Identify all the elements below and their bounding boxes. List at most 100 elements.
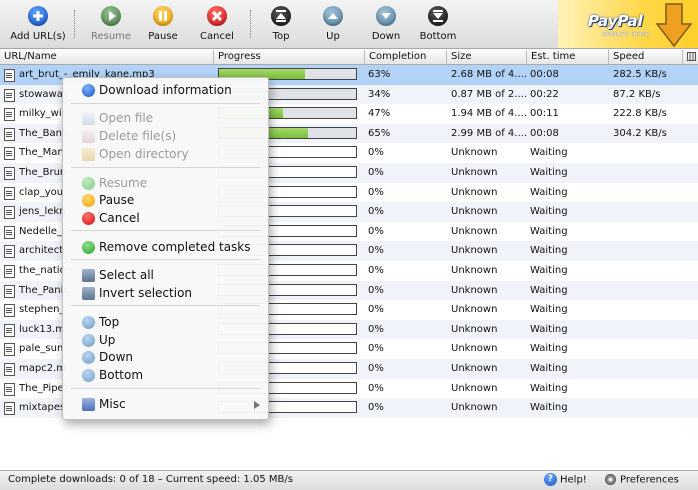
- column-header-name[interactable]: URL/Name: [0, 50, 214, 64]
- move-down-icon: [376, 6, 396, 26]
- size-value: Unknown: [451, 245, 498, 257]
- est-time-value: Waiting: [530, 304, 568, 316]
- column-header-completion[interactable]: Completion: [365, 50, 447, 64]
- file-icon: [4, 167, 15, 180]
- column-header-est-time[interactable]: Est. time: [527, 50, 609, 64]
- speed-value: [613, 281, 683, 301]
- pause-button[interactable]: Pause: [135, 6, 191, 46]
- speed-value: [613, 359, 683, 379]
- menu-item-open-directory[interactable]: Open directory: [63, 146, 268, 163]
- menu-item-download-information[interactable]: Download information: [63, 82, 268, 99]
- progress-remaining: [283, 108, 356, 119]
- est-time-value: Waiting: [530, 363, 568, 374]
- delete-file-icon: [82, 130, 95, 143]
- paypal-donate-banner[interactable]: PayPal DONATE HERE!: [558, 0, 698, 48]
- est-time-value: Waiting: [530, 402, 568, 414]
- resume-button[interactable]: Resume: [83, 6, 139, 46]
- menu-item-remove-completed-tasks[interactable]: Remove completed tasks: [63, 239, 268, 256]
- speed-value: [613, 379, 683, 399]
- file-icon: [4, 402, 15, 416]
- file-icon: [4, 186, 15, 200]
- bottom-label: Bottom: [419, 31, 457, 42]
- bottom-button[interactable]: Bottom: [410, 6, 466, 46]
- table-header: URL/Name Progress Completion Size Est. t…: [0, 49, 698, 65]
- est-time-value: Waiting: [530, 284, 568, 296]
- completion-value: 47%: [368, 108, 391, 120]
- menu-separator: [71, 305, 260, 306]
- est-time-value: 00:22: [530, 88, 559, 100]
- status-bar: Complete downloads: 0 of 18 – Current sp…: [0, 470, 698, 490]
- menu-item-up[interactable]: Up: [63, 332, 268, 349]
- completion-value: 0%: [368, 265, 384, 276]
- size-value: 1.94 MB of 4....: [451, 108, 527, 120]
- toolbar: Add URL(s) Resume Pause Cancel Top Up Do…: [0, 0, 698, 49]
- completion-value: 0%: [368, 167, 384, 178]
- column-header-speed[interactable]: Speed: [609, 50, 683, 64]
- speed-value: 222.8 KB/s: [613, 108, 667, 120]
- info-icon: [82, 84, 95, 97]
- cancel-button[interactable]: Cancel: [189, 6, 245, 46]
- file-icon: [4, 382, 15, 396]
- menu-item-select-all[interactable]: Select all: [63, 267, 268, 284]
- menu-item-delete-file-s[interactable]: Delete file(s): [63, 128, 268, 145]
- cancel-label: Cancel: [200, 31, 234, 42]
- cancel-x-icon: [82, 212, 95, 225]
- menu-item-down[interactable]: Down: [63, 349, 268, 366]
- play-icon: [82, 177, 95, 190]
- menu-item-invert-selection[interactable]: Invert selection: [63, 285, 268, 302]
- top-button[interactable]: Top: [253, 6, 309, 46]
- folder-icon: [82, 148, 95, 161]
- size-value: Unknown: [451, 225, 498, 237]
- completion-value: 0%: [368, 363, 384, 374]
- file-icon: [4, 304, 15, 318]
- menu-item-label: Top: [99, 315, 120, 329]
- completion-value: 65%: [368, 127, 391, 139]
- add-urls-label: Add URL(s): [10, 31, 66, 42]
- file-icon: [4, 363, 15, 376]
- menu-separator: [71, 103, 260, 104]
- progress-remaining: [265, 88, 356, 99]
- menu-item-top[interactable]: Top: [63, 314, 268, 331]
- menu-item-open-file[interactable]: Open file: [63, 110, 268, 127]
- down-button[interactable]: Down: [358, 6, 414, 46]
- menu-item-cancel[interactable]: Cancel: [63, 210, 268, 227]
- est-time-value: Waiting: [530, 167, 568, 178]
- completion-value: 0%: [368, 284, 384, 296]
- resume-label: Resume: [90, 31, 132, 42]
- completion-value: 63%: [368, 69, 391, 80]
- size-value: Unknown: [451, 206, 498, 218]
- menu-item-bottom[interactable]: Bottom: [63, 367, 268, 384]
- toolbar-separator: [250, 10, 251, 38]
- plus-icon: [28, 6, 48, 26]
- move-top-icon: [271, 6, 291, 26]
- size-value: 0.87 MB of 2....: [451, 88, 527, 100]
- menu-item-resume[interactable]: Resume: [63, 175, 268, 192]
- est-time-value: 00:08: [530, 69, 559, 80]
- menu-item-label: Down: [99, 350, 134, 364]
- up-button[interactable]: Up: [305, 6, 361, 46]
- menu-item-misc[interactable]: Misc: [63, 396, 268, 413]
- add-urls-button[interactable]: Add URL(s): [10, 6, 66, 46]
- size-value: Unknown: [451, 284, 498, 296]
- menu-item-label: Delete file(s): [99, 129, 177, 143]
- completion-value: 0%: [368, 382, 384, 394]
- file-icon: [4, 206, 15, 220]
- column-header-progress[interactable]: Progress: [214, 50, 365, 64]
- column-header-size[interactable]: Size: [447, 50, 527, 64]
- size-value: Unknown: [451, 265, 498, 276]
- menu-item-pause[interactable]: Pause: [63, 192, 268, 209]
- column-chooser-icon[interactable]: [683, 50, 698, 64]
- progress-remaining: [308, 127, 356, 138]
- size-value: Unknown: [451, 323, 498, 335]
- est-time-value: Waiting: [530, 225, 568, 237]
- preferences-button[interactable]: Preferences: [604, 473, 679, 486]
- preferences-label: Preferences: [620, 474, 679, 486]
- select-all-icon: [82, 269, 95, 282]
- menu-item-label: Bottom: [99, 368, 144, 382]
- invert-selection-icon: [82, 287, 95, 300]
- help-button[interactable]: ? Help!: [544, 473, 587, 486]
- completion-value: 34%: [368, 88, 391, 100]
- speed-value: [613, 300, 683, 320]
- speed-value: [613, 241, 683, 261]
- size-value: Unknown: [451, 402, 498, 414]
